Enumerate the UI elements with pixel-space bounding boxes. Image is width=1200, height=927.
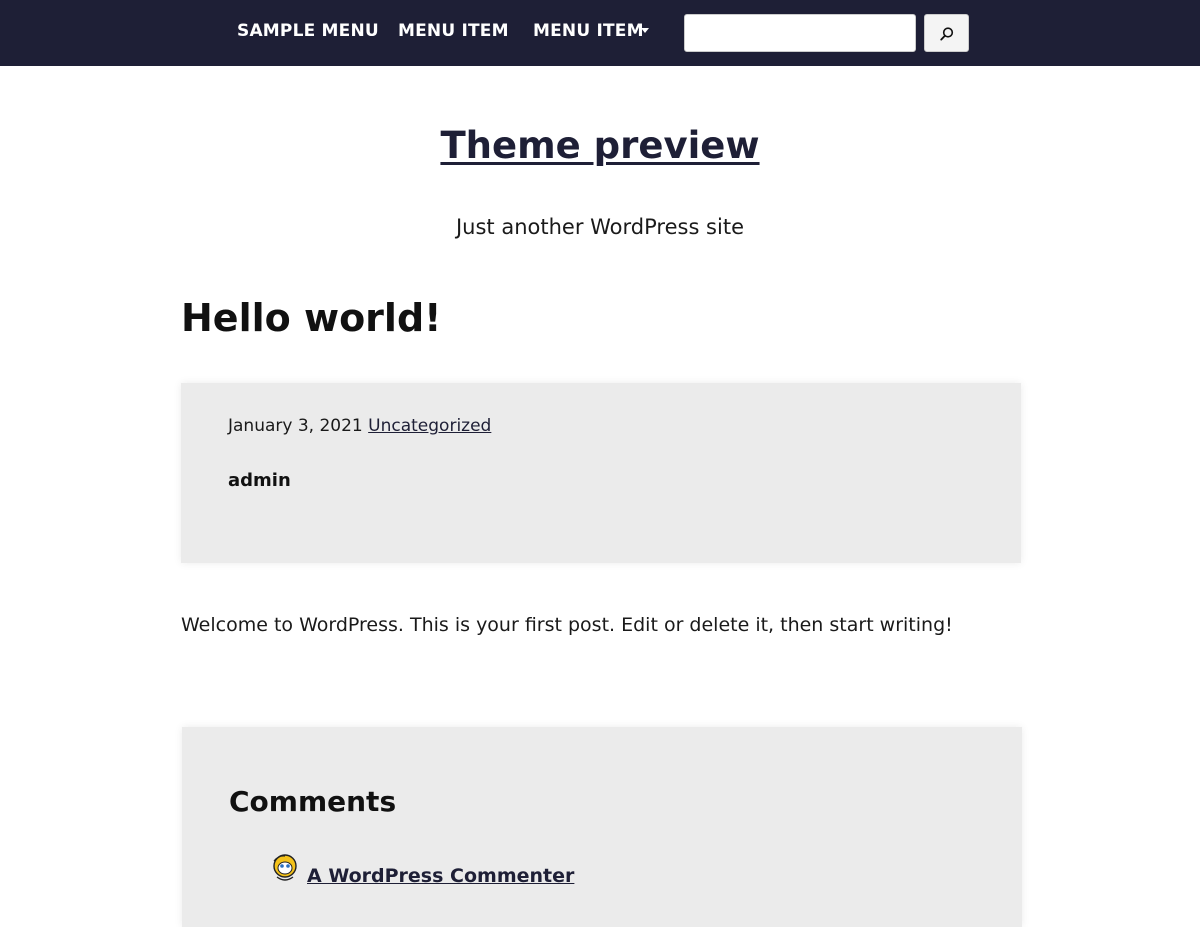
post-category-link[interactable]: Uncategorized bbox=[368, 416, 491, 436]
post-author: admin bbox=[228, 470, 291, 491]
nav-item-menu-item-2[interactable]: MENU ITEM bbox=[533, 21, 644, 47]
site-title-link[interactable]: Theme preview bbox=[440, 124, 759, 167]
search-icon bbox=[940, 27, 954, 41]
nav-item-sample-menu[interactable]: SAMPLE MENU bbox=[237, 21, 379, 47]
top-navigation-bar: SAMPLE MENU MENU ITEM MENU ITEM bbox=[0, 0, 1200, 66]
post-title: Hello world! bbox=[181, 296, 442, 340]
caret-down-icon[interactable] bbox=[641, 28, 649, 33]
search-input[interactable] bbox=[684, 14, 916, 52]
site-title: Theme preview bbox=[0, 124, 1200, 167]
search-button[interactable] bbox=[924, 14, 969, 52]
post-content: Welcome to WordPress. This is your first… bbox=[181, 614, 953, 636]
post-date: January 3, 2021 bbox=[228, 416, 363, 436]
commenter-name-link[interactable]: A WordPress Commenter bbox=[307, 865, 574, 887]
nav-item-menu-item-1[interactable]: MENU ITEM bbox=[398, 21, 509, 47]
comments-section: Comments A WordPress Commenter bbox=[182, 727, 1022, 927]
site-tagline: Just another WordPress site bbox=[455, 215, 744, 239]
comments-heading: Comments bbox=[229, 785, 397, 818]
post-meta-line: January 3, 2021 Uncategorized bbox=[228, 416, 491, 436]
commenter-avatar-icon bbox=[273, 854, 297, 881]
post-meta-box: January 3, 2021 Uncategorized admin bbox=[181, 383, 1021, 563]
